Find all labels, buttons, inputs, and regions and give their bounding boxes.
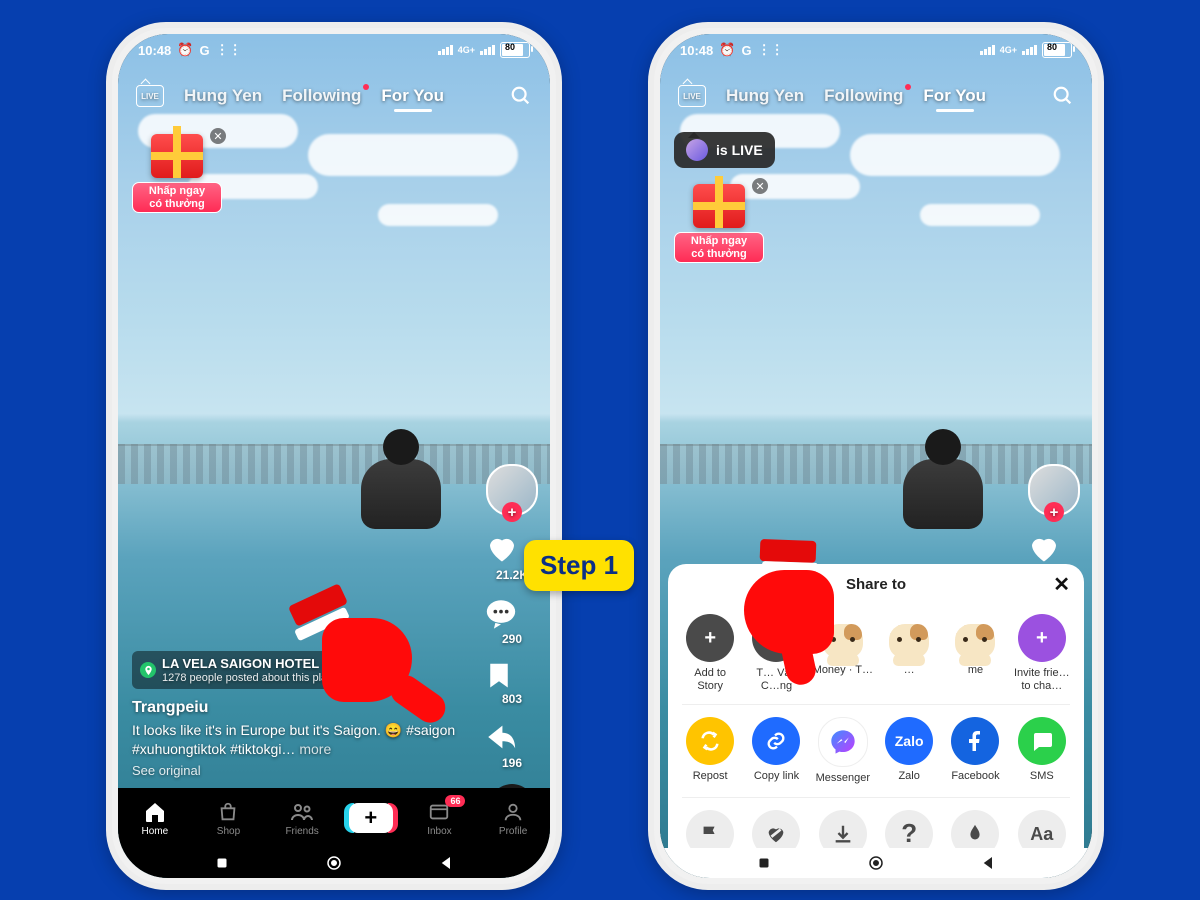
step-badge: Step 1 (524, 540, 634, 591)
location-chip[interactable]: LA VELA SAIGON HOTEL · Dis… 1278 people … (132, 651, 372, 689)
bottom-nav: Home Shop Friends + 66 Inbox Profile (118, 788, 550, 848)
alarm-icon: ⏰ (177, 42, 193, 58)
share-title: Share to (846, 576, 906, 593)
phone-right: 10:48 ⏰G⋮⋮ 4G+ 80 LIVE Hung Yen Followin… (648, 22, 1104, 890)
feed-tabs: LIVE Hung Yen Following For You (660, 74, 1092, 118)
bag-icon (216, 800, 240, 824)
tab-hung-yen[interactable]: Hung Yen (184, 86, 262, 106)
location-name: LA VELA SAIGON HOTEL · Dis… (162, 656, 364, 671)
share-row-apps: Repost Copy link Messenger ZaloZalo Face… (668, 707, 1084, 795)
battery-icon: 80 (500, 42, 530, 58)
home-softkey-icon[interactable] (867, 854, 885, 872)
home-softkey-icon[interactable] (325, 854, 343, 872)
nav-inbox[interactable]: 66 Inbox (409, 800, 469, 837)
save-count: 803 (484, 692, 540, 706)
close-icon[interactable]: ✕ (210, 128, 226, 144)
share-sms[interactable]: SMS (1012, 717, 1072, 785)
share-repost[interactable]: Repost (680, 717, 740, 785)
tab-hung-yen[interactable]: Hung Yen (726, 86, 804, 106)
network-label: 4G+ (458, 45, 475, 55)
screen-right: 10:48 ⏰G⋮⋮ 4G+ 80 LIVE Hung Yen Followin… (660, 34, 1092, 878)
close-icon[interactable]: ✕ (752, 178, 768, 194)
nav-friends[interactable]: Friends (272, 800, 332, 837)
home-icon (143, 800, 167, 824)
share-sheet-header: Share to ✕ (668, 564, 1084, 604)
share-zalo[interactable]: ZaloZalo (879, 717, 939, 785)
gift-icon (693, 184, 745, 228)
nav-create[interactable]: + (346, 803, 396, 833)
back-icon[interactable] (438, 854, 456, 872)
gift-icon (151, 134, 203, 178)
is-live-toast[interactable]: is LIVE (674, 132, 775, 168)
recent-apps-icon[interactable] (755, 854, 773, 872)
profile-icon (501, 800, 525, 824)
share-contact-me[interactable]: me (945, 614, 1005, 692)
share-copy-link[interactable]: Copy link (746, 717, 806, 785)
phone-left: 10:48 ⏰ G ⋮⋮ 4G+ 80 LIVE Hung Yen Follow… (106, 22, 562, 890)
tab-following[interactable]: Following (282, 86, 361, 106)
live-button-icon[interactable]: LIVE (678, 85, 706, 107)
share-add-to-story[interactable]: +Add to Story (680, 614, 740, 692)
google-icon: G (199, 43, 209, 58)
share-contact-2[interactable]: Money · T… (813, 614, 873, 692)
android-statusbar: 10:48 ⏰G⋮⋮ 4G+ 80 (660, 34, 1092, 66)
feed-tabs: LIVE Hung Yen Following For You (118, 74, 550, 118)
screen-left: 10:48 ⏰ G ⋮⋮ 4G+ 80 LIVE Hung Yen Follow… (118, 34, 550, 878)
live-button-icon[interactable]: LIVE (136, 85, 164, 107)
tutorial-canvas: { "statusbar": { "time": "10:48", "netwo… (0, 0, 1200, 900)
share-button[interactable]: 196 (484, 720, 540, 770)
search-icon[interactable] (510, 85, 532, 107)
promo-banner[interactable]: ✕ Nhấp ngaycó thưởng (674, 184, 764, 263)
nav-profile[interactable]: Profile (483, 800, 543, 837)
comment-button[interactable]: 290 (484, 596, 540, 646)
live-avatar-icon (686, 139, 708, 161)
share-messenger[interactable]: Messenger (813, 717, 873, 785)
android-statusbar: 10:48 ⏰ G ⋮⋮ 4G+ 80 (118, 34, 550, 66)
share-contact-3[interactable]: … (879, 614, 939, 692)
android-softkeys (118, 848, 550, 878)
status-time: 10:48 (680, 43, 713, 58)
author-avatar[interactable]: + (484, 464, 540, 516)
share-contact-1[interactable]: T… Văn C…ng (746, 614, 806, 692)
comment-count: 290 (484, 632, 540, 646)
caption-block: LA VELA SAIGON HOTEL · Dis… 1278 people … (132, 651, 464, 778)
nav-home[interactable]: Home (125, 800, 185, 837)
share-count: 196 (484, 756, 540, 770)
caption-more[interactable]: more (299, 741, 331, 757)
tab-following[interactable]: Following (824, 86, 903, 106)
signal-icon (438, 45, 453, 55)
inbox-badge: 66 (445, 795, 465, 807)
tab-for-you[interactable]: For You (923, 86, 986, 106)
see-original[interactable]: See original (132, 763, 464, 778)
share-row-contacts: +Add to Story T… Văn C…ng Money · T… … m… (668, 604, 1084, 702)
share-invite-friends[interactable]: +Invite frie… to cha… (1012, 614, 1072, 692)
search-icon[interactable] (1052, 85, 1074, 107)
save-button[interactable]: 803 (484, 660, 540, 706)
author-username[interactable]: Trangpeiu (132, 699, 464, 717)
action-rail: + 21.2K 290 803 196 (484, 464, 540, 844)
video-caption[interactable]: It looks like it's in Europe but it's Sa… (132, 721, 464, 759)
recent-apps-icon[interactable] (213, 854, 231, 872)
friends-icon (290, 800, 314, 824)
back-icon[interactable] (980, 854, 998, 872)
nav-shop[interactable]: Shop (198, 800, 258, 837)
signal2-icon (480, 45, 495, 55)
promo-banner[interactable]: ✕ Nhấp ngaycó thưởng (132, 134, 222, 213)
plus-icon: + (349, 803, 393, 833)
pin-icon (140, 662, 156, 678)
video-subject-person (353, 429, 443, 539)
tab-for-you[interactable]: For You (381, 86, 444, 106)
share-sheet: Share to ✕ +Add to Story T… Văn C…ng Mon… (660, 334, 1092, 878)
android-softkeys (660, 848, 1092, 878)
share-facebook[interactable]: Facebook (945, 717, 1005, 785)
status-time: 10:48 (138, 43, 171, 58)
location-subtitle: 1278 people posted about this plac… (162, 672, 364, 684)
close-icon[interactable]: ✕ (1053, 572, 1070, 597)
